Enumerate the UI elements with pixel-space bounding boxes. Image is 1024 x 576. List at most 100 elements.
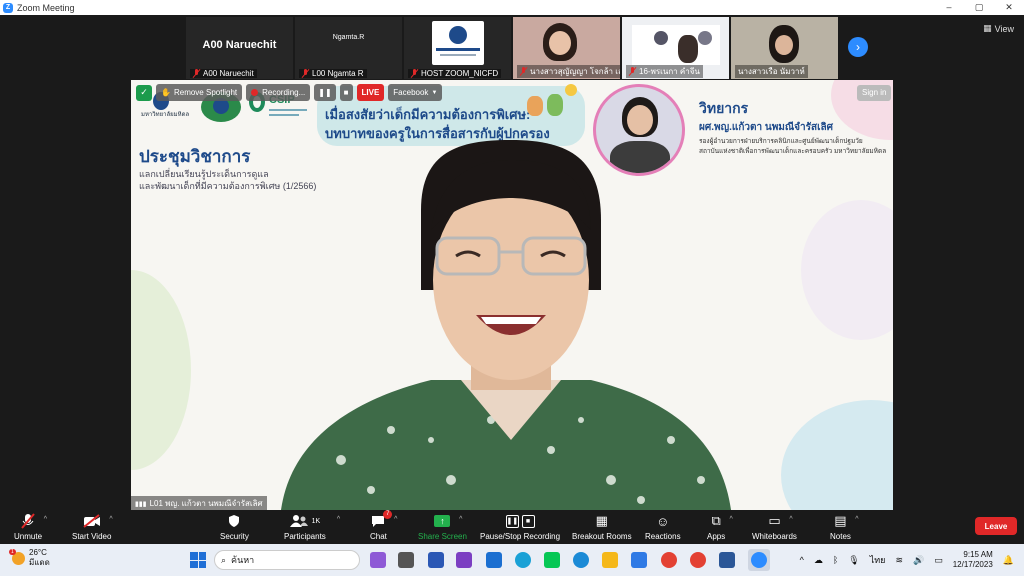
whiteboard-icon: ▭ <box>768 513 781 528</box>
participant-thumbnail[interactable]: 16-พรเนกา คำจีน <box>622 17 729 79</box>
file-explorer-icon[interactable] <box>602 552 618 568</box>
search-icon: ⌕ <box>221 554 227 565</box>
participants-button[interactable]: 1K ^ Participants <box>284 513 340 541</box>
participant-name: HOST ZOOM_NICFD <box>421 69 499 78</box>
close-button[interactable]: ✕ <box>994 0 1024 15</box>
record-dot-icon <box>251 89 259 96</box>
battery-icon[interactable]: ▭ <box>934 555 943 566</box>
video-off-icon <box>83 514 100 528</box>
apps-button[interactable]: ⧉ ^ Apps <box>707 513 733 541</box>
windows-taskbar: 1 26°C มีแดด ⌕ ค้นหา ^ ☁ ᛒ 🎙 ไทย ≋ 🔊 ▭ 9… <box>0 544 1024 576</box>
zoom-logo-icon: Z <box>3 2 13 13</box>
cloud-icon[interactable]: ☁ <box>814 555 823 566</box>
mail-icon[interactable] <box>486 552 502 568</box>
recording-indicator: Recording... <box>246 84 311 101</box>
participant-thumbnail[interactable]: นางสาวเรือ นัมวาห์ <box>731 17 838 79</box>
participant-name: 16-พรเนกา คำจีน <box>639 67 700 76</box>
chevron-up-icon[interactable]: ^ <box>729 516 732 523</box>
weather-widget[interactable]: 1 26°C มีแดด <box>9 548 50 568</box>
teams-chat-icon[interactable] <box>456 552 472 568</box>
participant-video <box>632 25 720 65</box>
thumbnail-strip: A00 Naruechit A00 Naruechit Ngamta.R L00… <box>186 17 838 79</box>
security-button[interactable]: Security <box>220 513 249 541</box>
breakout-rooms-button[interactable]: ▦ Breakout Rooms <box>572 513 632 541</box>
mic-muted-icon <box>193 69 200 78</box>
title-bar: Z Zoom Meeting – ▢ ✕ <box>0 0 1024 15</box>
wifi-icon[interactable]: ≋ <box>895 555 903 566</box>
facebook-stream-dropdown[interactable]: Facebook ▼ <box>388 84 443 101</box>
live-badge[interactable]: LIVE <box>356 84 385 101</box>
participant-name: L00 Ngamta R <box>312 69 364 78</box>
pause-stop-recording-button[interactable]: ❚❚ ■ Pause/Stop Recording <box>480 513 560 541</box>
chevron-down-icon: ▼ <box>431 89 438 96</box>
start-video-button[interactable]: ^ Start Video <box>72 513 113 541</box>
apps-icon: ⧉ <box>711 513 721 528</box>
participant-thumbnail[interactable]: นางสาวสุญัญญา โจกล้า เล... <box>513 17 620 79</box>
chevron-up-icon[interactable]: ^ <box>337 516 340 523</box>
chevron-up-icon[interactable]: ^ <box>459 516 462 523</box>
participant-thumbnail[interactable]: A00 Naruechit A00 Naruechit <box>186 17 293 79</box>
chat-badge: 7 <box>383 510 393 519</box>
notes-button[interactable]: ▤ ^ Notes <box>830 513 859 541</box>
pause-icon: ❚❚ <box>318 88 332 97</box>
copilot-icon[interactable] <box>370 552 386 568</box>
windows-start-icon[interactable] <box>190 552 206 568</box>
grid-icon: ▦ <box>983 23 992 33</box>
share-screen-button[interactable]: ↑ ^ Share Screen <box>418 513 467 541</box>
word-icon[interactable] <box>719 552 735 568</box>
stop-icon: ■ <box>521 514 535 528</box>
chevron-up-icon[interactable]: ^ <box>109 516 112 523</box>
system-tray: ^ ☁ ᛒ 🎙 ไทย ≋ 🔊 ▭ 9:15 AM 12/17/2023 🔔 <box>800 544 1024 576</box>
main-video: มหาวิทยาลัยมหิดล CSIP เมื่อสงสัยว่าเด็กม… <box>131 80 893 510</box>
chat-button[interactable]: 7 ^ Chat <box>370 510 397 541</box>
chevron-right-icon: › <box>856 40 860 54</box>
chevron-up-icon[interactable]: ^ <box>394 516 397 523</box>
task-view-icon[interactable] <box>398 552 414 568</box>
chevron-up-icon[interactable]: ^ <box>789 516 792 523</box>
participant-thumbnail[interactable]: HOST ZOOM_NICFD <box>404 17 511 79</box>
microphone-icon[interactable]: 🎙 <box>848 555 859 566</box>
mic-muted-icon <box>411 69 418 78</box>
shield-icon[interactable]: ✓ <box>136 84 152 101</box>
participant-big-label: Ngamta.R <box>332 34 365 41</box>
leave-button[interactable]: Leave <box>975 517 1017 535</box>
search-placeholder: ค้นหา <box>231 555 255 565</box>
minimize-button[interactable]: – <box>934 0 964 15</box>
notification-bell-icon[interactable]: 🔔 <box>1003 555 1014 566</box>
volume-icon[interactable]: 🔊 <box>913 555 924 566</box>
stop-icon: ■ <box>343 88 349 97</box>
maximize-button[interactable]: ▢ <box>964 0 994 15</box>
participant-name: นางสาวเรือ นัมวาห์ <box>738 67 805 76</box>
chevron-up-icon[interactable]: ^ <box>855 516 858 523</box>
remove-spotlight-button[interactable]: ✋ Remove Spotlight <box>156 84 243 101</box>
edge-alt-icon[interactable] <box>515 552 531 568</box>
mic-muted-icon <box>629 67 636 76</box>
chevron-up-icon[interactable]: ^ <box>44 516 47 523</box>
view-button[interactable]: ▦ View <box>983 23 1014 34</box>
weather-badge: 1 <box>9 548 16 555</box>
reactions-button[interactable]: ☺ Reactions <box>645 513 681 542</box>
sun-icon: 1 <box>9 548 25 565</box>
sign-in-button[interactable]: Sign in <box>857 85 892 101</box>
whiteboards-button[interactable]: ▭ ^ Whiteboards <box>752 513 797 541</box>
participant-name: A00 Naruechit <box>203 69 254 78</box>
bluetooth-icon[interactable]: ᛒ <box>833 555 838 565</box>
taskbar-search[interactable]: ⌕ ค้นหา <box>214 550 360 570</box>
clock[interactable]: 9:15 AM 12/17/2023 <box>953 550 993 570</box>
chevron-up-icon[interactable]: ^ <box>800 555 804 565</box>
edge-icon[interactable] <box>573 552 589 568</box>
language-indicator[interactable]: ไทย <box>870 553 886 567</box>
line-icon[interactable] <box>544 552 560 568</box>
chrome-icon[interactable] <box>661 552 677 568</box>
zoom-taskbar-button[interactable] <box>748 549 770 571</box>
stop-recording-button[interactable]: ■ <box>339 84 353 101</box>
store-icon[interactable] <box>631 552 647 568</box>
unmute-button[interactable]: ^ Unmute <box>14 513 47 541</box>
chrome-profile-icon[interactable] <box>690 552 706 568</box>
window-title: Zoom Meeting <box>17 2 75 13</box>
next-thumbnails-button[interactable]: › <box>848 37 868 57</box>
participant-thumbnail[interactable]: Ngamta.R L00 Ngamta R <box>295 17 402 79</box>
teams-icon[interactable] <box>428 552 444 568</box>
pause-recording-button[interactable]: ❚❚ <box>314 84 336 101</box>
notes-icon: ▤ <box>834 513 847 528</box>
